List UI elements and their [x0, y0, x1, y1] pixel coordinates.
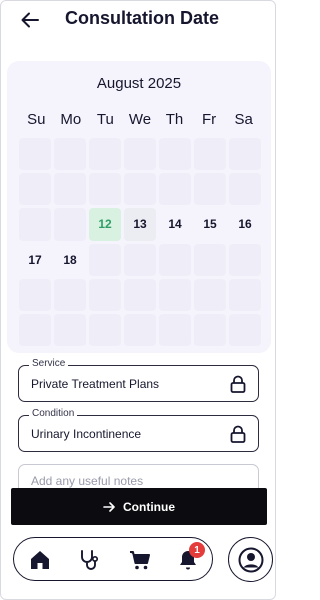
condition-field-label: Condition: [29, 408, 78, 419]
calendar-empty-cell: [124, 138, 156, 171]
header: Consultation Date: [1, 1, 275, 41]
calendar-empty-cell: [229, 138, 261, 171]
notes-input[interactable]: [31, 474, 246, 488]
calendar-empty-cell: [159, 313, 191, 346]
calendar-empty-cell: [54, 173, 86, 206]
calendar-empty-cell: [19, 313, 51, 346]
lock-icon: [230, 425, 246, 443]
home-icon: [31, 551, 49, 569]
nav-consultations[interactable]: [78, 548, 102, 572]
stethoscope-icon: [81, 550, 99, 570]
nav-home[interactable]: [28, 548, 52, 572]
calendar-day-14[interactable]: 14: [159, 208, 191, 240]
calendar-empty-cell: [159, 138, 191, 171]
calendar-empty-cell: [124, 278, 156, 311]
weekday-label: Tu: [96, 111, 114, 128]
calendar-day-18[interactable]: 18: [54, 244, 86, 276]
calendar-empty-cell: [229, 278, 261, 311]
nav-cart[interactable]: [128, 548, 152, 572]
arrow-left-icon: [21, 12, 39, 28]
page-title: Consultation Date: [65, 8, 220, 28]
weekday-label: Th: [165, 111, 184, 128]
continue-button[interactable]: Continue: [11, 488, 267, 525]
app-screen: Consultation Date August 2025 Su Mo Tu W…: [0, 0, 276, 600]
nav-notifications[interactable]: 1: [176, 542, 205, 572]
calendar-empty-cell: [89, 278, 121, 311]
weekday-label: Sa: [234, 111, 253, 128]
calendar-empty-cell: [159, 243, 191, 276]
calendar: August 2025 Su Mo Tu We Th Fr Sa 12 13 1…: [7, 61, 271, 353]
calendar-empty-cell: [124, 173, 156, 206]
weekday-label: We: [128, 111, 152, 128]
calendar-empty-cell: [194, 278, 226, 311]
calendar-empty-cell: [124, 243, 156, 276]
calendar-empty-cell: [194, 313, 226, 346]
notification-badge: 1: [189, 542, 205, 558]
calendar-empty-cell: [54, 278, 86, 311]
calendar-empty-cell: [194, 138, 226, 171]
calendar-empty-cell: [19, 173, 51, 206]
calendar-empty-cell: [124, 313, 156, 346]
calendar-empty-cell: [159, 173, 191, 206]
calendar-empty-cell: [54, 138, 86, 171]
lock-icon: [230, 375, 246, 393]
calendar-empty-cell: [159, 278, 191, 311]
calendar-empty-cell: [54, 313, 86, 346]
service-field-value: Private Treatment Plans: [31, 377, 160, 391]
back-button[interactable]: [19, 9, 41, 31]
profile-button[interactable]: [228, 537, 273, 582]
calendar-day-12[interactable]: 12: [89, 208, 121, 241]
calendar-empty-cell: [19, 138, 51, 171]
calendar-grid: 12 13 14 15 16 17 18: [19, 138, 261, 346]
arrow-right-icon: [103, 501, 115, 512]
calendar-empty-cell: [229, 243, 261, 276]
calendar-empty-cell: [194, 243, 226, 276]
service-field[interactable]: Service Private Treatment Plans: [18, 358, 259, 402]
calendar-day-17[interactable]: 17: [19, 244, 51, 276]
calendar-month: August 2025: [96, 75, 182, 92]
weekday-label: Fr: [202, 111, 217, 128]
calendar-day-16[interactable]: 16: [229, 208, 261, 240]
calendar-empty-cell: [229, 173, 261, 206]
calendar-empty-cell: [89, 313, 121, 346]
service-field-label: Service: [29, 358, 69, 369]
calendar-empty-cell: [19, 278, 51, 311]
weekday-header: Su Mo Tu We Th Fr Sa: [19, 111, 261, 128]
calendar-empty-cell: [89, 173, 121, 206]
calendar-day-13[interactable]: 13: [124, 208, 156, 241]
weekday-label: Mo: [60, 111, 82, 128]
condition-field-value: Urinary Incontinence: [31, 427, 142, 441]
calendar-empty-cell: [194, 173, 226, 206]
bottom-nav: 1: [13, 537, 213, 581]
cart-icon: [130, 551, 150, 570]
calendar-empty-cell: [89, 243, 121, 276]
calendar-day-15[interactable]: 15: [194, 208, 226, 240]
weekday-label: Su: [27, 111, 46, 128]
calendar-empty-cell: [54, 208, 86, 241]
profile-icon: [238, 547, 263, 572]
calendar-empty-cell: [19, 208, 51, 241]
calendar-empty-cell: [89, 138, 121, 171]
calendar-empty-cell: [229, 313, 261, 346]
condition-field[interactable]: Condition Urinary Incontinence: [18, 408, 259, 452]
continue-label: Continue: [123, 499, 175, 514]
